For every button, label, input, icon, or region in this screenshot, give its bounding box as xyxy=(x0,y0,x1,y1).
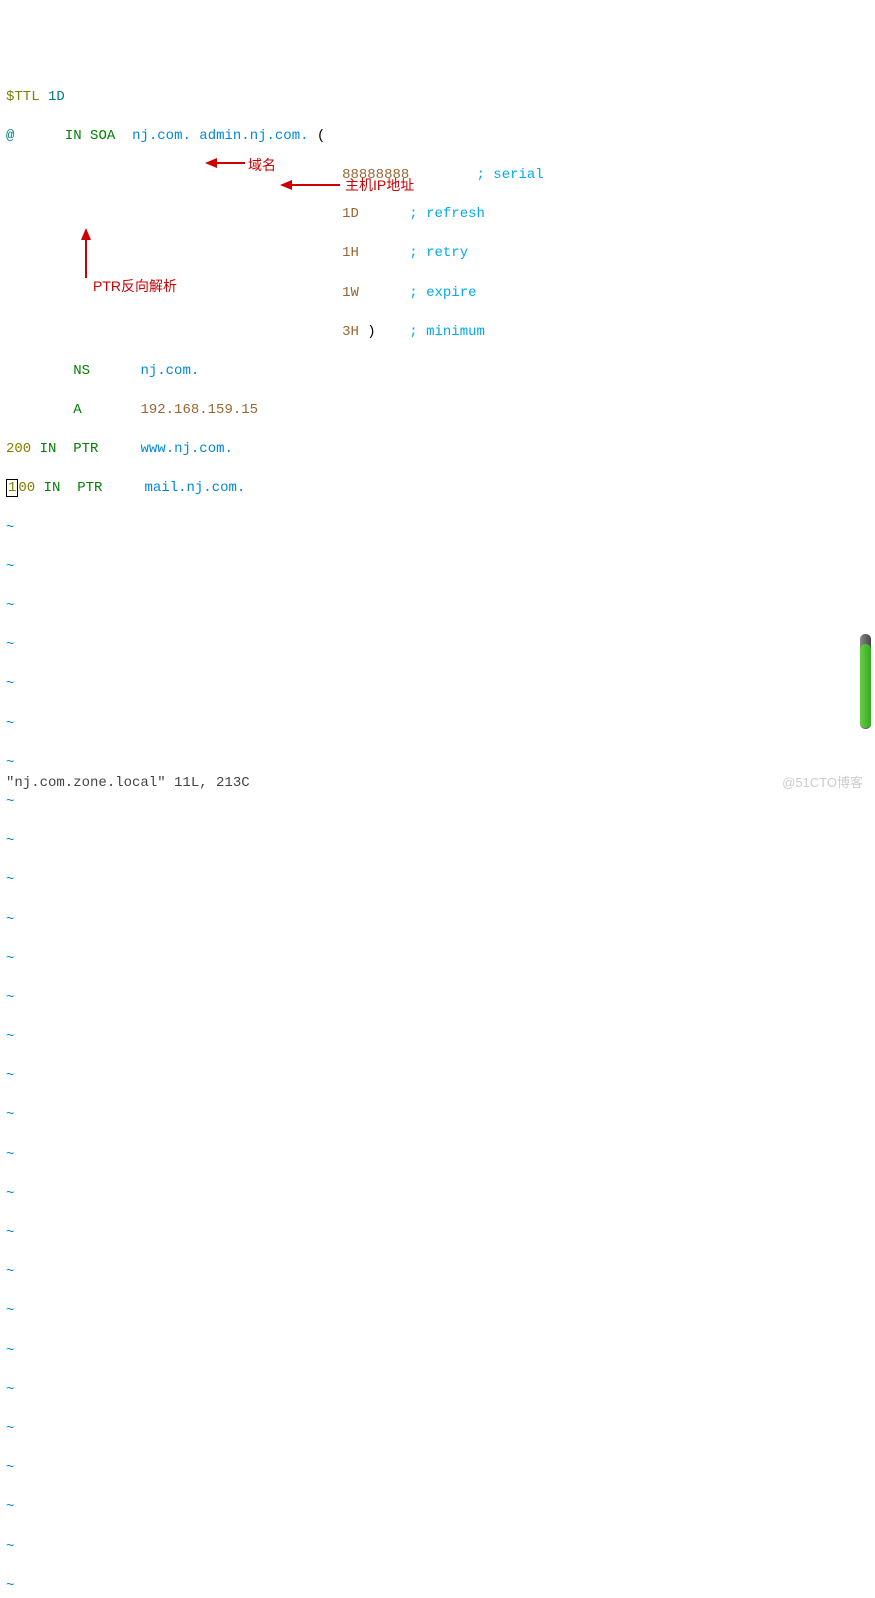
retry-value: 1H xyxy=(342,245,359,261)
paren-open: ( xyxy=(317,128,325,144)
empty-line-tilde: ~ xyxy=(6,1459,869,1479)
in-class-soa: IN xyxy=(65,128,82,144)
refresh-comment: ; refresh xyxy=(409,206,485,222)
expire-comment: ; expire xyxy=(409,285,476,301)
editor-content: $TTL 1D @ IN SOA nj.com. admin.nj.com. (… xyxy=(0,64,875,1598)
empty-line-tilde: ~ xyxy=(6,597,869,617)
ptr2-label: PTR xyxy=(77,480,102,496)
empty-line-tilde: ~ xyxy=(6,793,869,813)
ptr1-value: www.nj.com. xyxy=(140,441,232,457)
empty-line-tilde: ~ xyxy=(6,1067,869,1087)
soa-label: SOA xyxy=(90,128,115,144)
empty-line-tilde: ~ xyxy=(6,1224,869,1244)
empty-line-tilde: ~ xyxy=(6,1420,869,1440)
empty-line-tilde: ~ xyxy=(6,1146,869,1166)
empty-line-tilde: ~ xyxy=(6,1028,869,1048)
ttl-value: 1D xyxy=(48,89,65,105)
ptr2-value: mail.nj.com. xyxy=(144,480,245,496)
empty-line-tilde: ~ xyxy=(6,911,869,931)
empty-line-tilde: ~ xyxy=(6,715,869,735)
empty-line-tilde: ~ xyxy=(6,636,869,656)
empty-line-tilde: ~ xyxy=(6,1106,869,1126)
a-value: 192.168.159.15 xyxy=(140,402,258,418)
minimum-comment: ; minimum xyxy=(409,324,485,340)
status-line: "nj.com.zone.local" 11L, 213C xyxy=(6,775,250,791)
ns-value: nj.com. xyxy=(140,363,199,379)
empty-line-tilde: ~ xyxy=(6,675,869,695)
empty-line-tilde: ~ xyxy=(6,558,869,578)
empty-line-tilde: ~ xyxy=(6,1538,869,1558)
a-label: A xyxy=(73,402,81,418)
empty-line-tilde: ~ xyxy=(6,754,869,774)
empty-line-tilde: ~ xyxy=(6,1498,869,1518)
serial-comment: ; serial xyxy=(477,167,544,183)
ptr1-in: IN xyxy=(40,441,57,457)
cursor-position: 1 xyxy=(6,479,18,497)
ns-label: NS xyxy=(73,363,90,379)
empty-line-tilde: ~ xyxy=(6,1302,869,1322)
empty-line-tilde: ~ xyxy=(6,1381,869,1401)
retry-comment: ; retry xyxy=(409,245,468,261)
ptr2-id-rest: 00 xyxy=(18,480,35,496)
ttl-directive: $TTL xyxy=(6,89,40,105)
empty-line-tilde: ~ xyxy=(6,1342,869,1362)
empty-line-tilde: ~ xyxy=(6,832,869,852)
empty-line-tilde: ~ xyxy=(6,519,869,539)
empty-line-tilde: ~ xyxy=(6,871,869,891)
empty-line-tilde: ~ xyxy=(6,1263,869,1283)
scrollbar-thumb[interactable] xyxy=(860,644,871,728)
watermark-text: @51CTO博客 xyxy=(782,772,863,791)
empty-line-tilde: ~ xyxy=(6,950,869,970)
minimum-value: 3H xyxy=(342,324,359,340)
ptr1-label: PTR xyxy=(73,441,98,457)
ptr2-in: IN xyxy=(44,480,61,496)
empty-line-tilde: ~ xyxy=(6,1577,869,1597)
empty-line-tilde: ~ xyxy=(6,989,869,1009)
expire-value: 1W xyxy=(342,285,359,301)
empty-line-tilde: ~ xyxy=(6,1185,869,1205)
refresh-value: 1D xyxy=(342,206,359,222)
origin-at: @ xyxy=(6,128,14,144)
serial-value: 88888888 xyxy=(342,167,409,183)
soa-origin: nj.com. xyxy=(132,128,191,144)
paren-close: ) xyxy=(367,324,375,340)
soa-admin: admin.nj.com. xyxy=(199,128,308,144)
ptr1-id: 200 xyxy=(6,441,31,457)
